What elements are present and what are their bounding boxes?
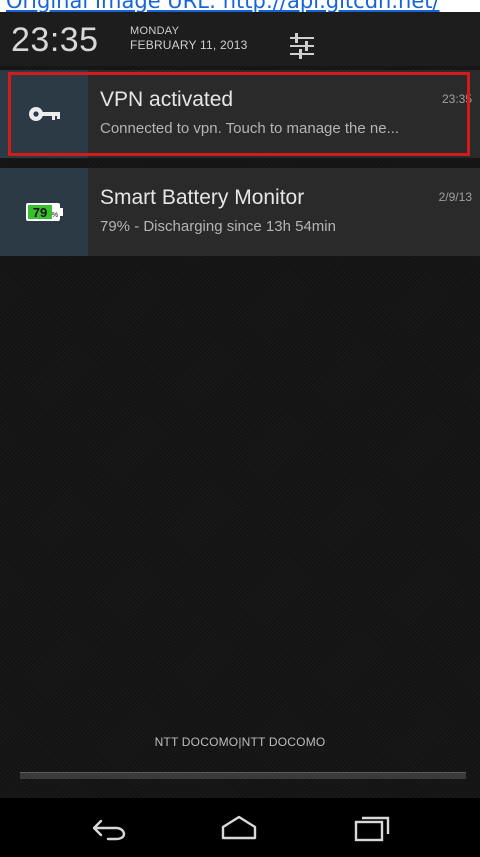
home-button[interactable]: [217, 812, 261, 844]
notification-text: 79% - Discharging since 13h 54min: [100, 218, 336, 235]
recent-apps-button[interactable]: [350, 812, 394, 844]
weekday: MONDAY: [130, 25, 180, 37]
notification-vpn[interactable]: VPN activated 23:35 Connected to vpn. To…: [0, 70, 480, 158]
back-button[interactable]: [86, 812, 130, 844]
back-icon: [92, 819, 126, 841]
date-block: MONDAY FEBRUARY 11, 2013: [130, 24, 247, 52]
settings-sliders-icon: [290, 33, 314, 59]
home-icon: [221, 815, 257, 840]
notification-title: Smart Battery Monitor: [100, 186, 305, 209]
shade-header: 23:35 MONDAY FEBRUARY 11, 2013: [0, 12, 480, 66]
image-caption-strip: Original Image URL: http://api.gitcdn.ne…: [0, 0, 480, 12]
key-icon: [29, 107, 60, 121]
image-caption[interactable]: Original Image URL: http://api.gitcdn.ne…: [6, 0, 440, 12]
notification-text: Connected to vpn. Touch to manage the ne…: [100, 120, 400, 137]
quick-settings-button[interactable]: [287, 31, 317, 61]
notification-time: 23:35: [441, 92, 472, 106]
notification-time: 2/9/13: [438, 190, 472, 204]
shade-drag-handle[interactable]: [20, 772, 466, 779]
carrier-label: NTT DOCOMO|NTT DOCOMO: [154, 735, 326, 749]
date: FEBRUARY 11, 2013: [130, 38, 248, 52]
notification-icon-box: [0, 70, 88, 158]
battery-icon: 79 %: [26, 203, 63, 221]
navigation-bar: [0, 798, 480, 857]
notification-icon-box: 79 %: [0, 168, 88, 256]
clock: 23:35: [11, 21, 99, 59]
notification-title: VPN activated: [100, 88, 234, 111]
battery-level-unit: %: [52, 212, 58, 219]
battery-level-label: 79: [33, 205, 47, 220]
notification-battery[interactable]: 79 % Smart Battery Monitor 2/9/13 79% - …: [0, 168, 480, 256]
recent-apps-icon: [354, 816, 390, 842]
